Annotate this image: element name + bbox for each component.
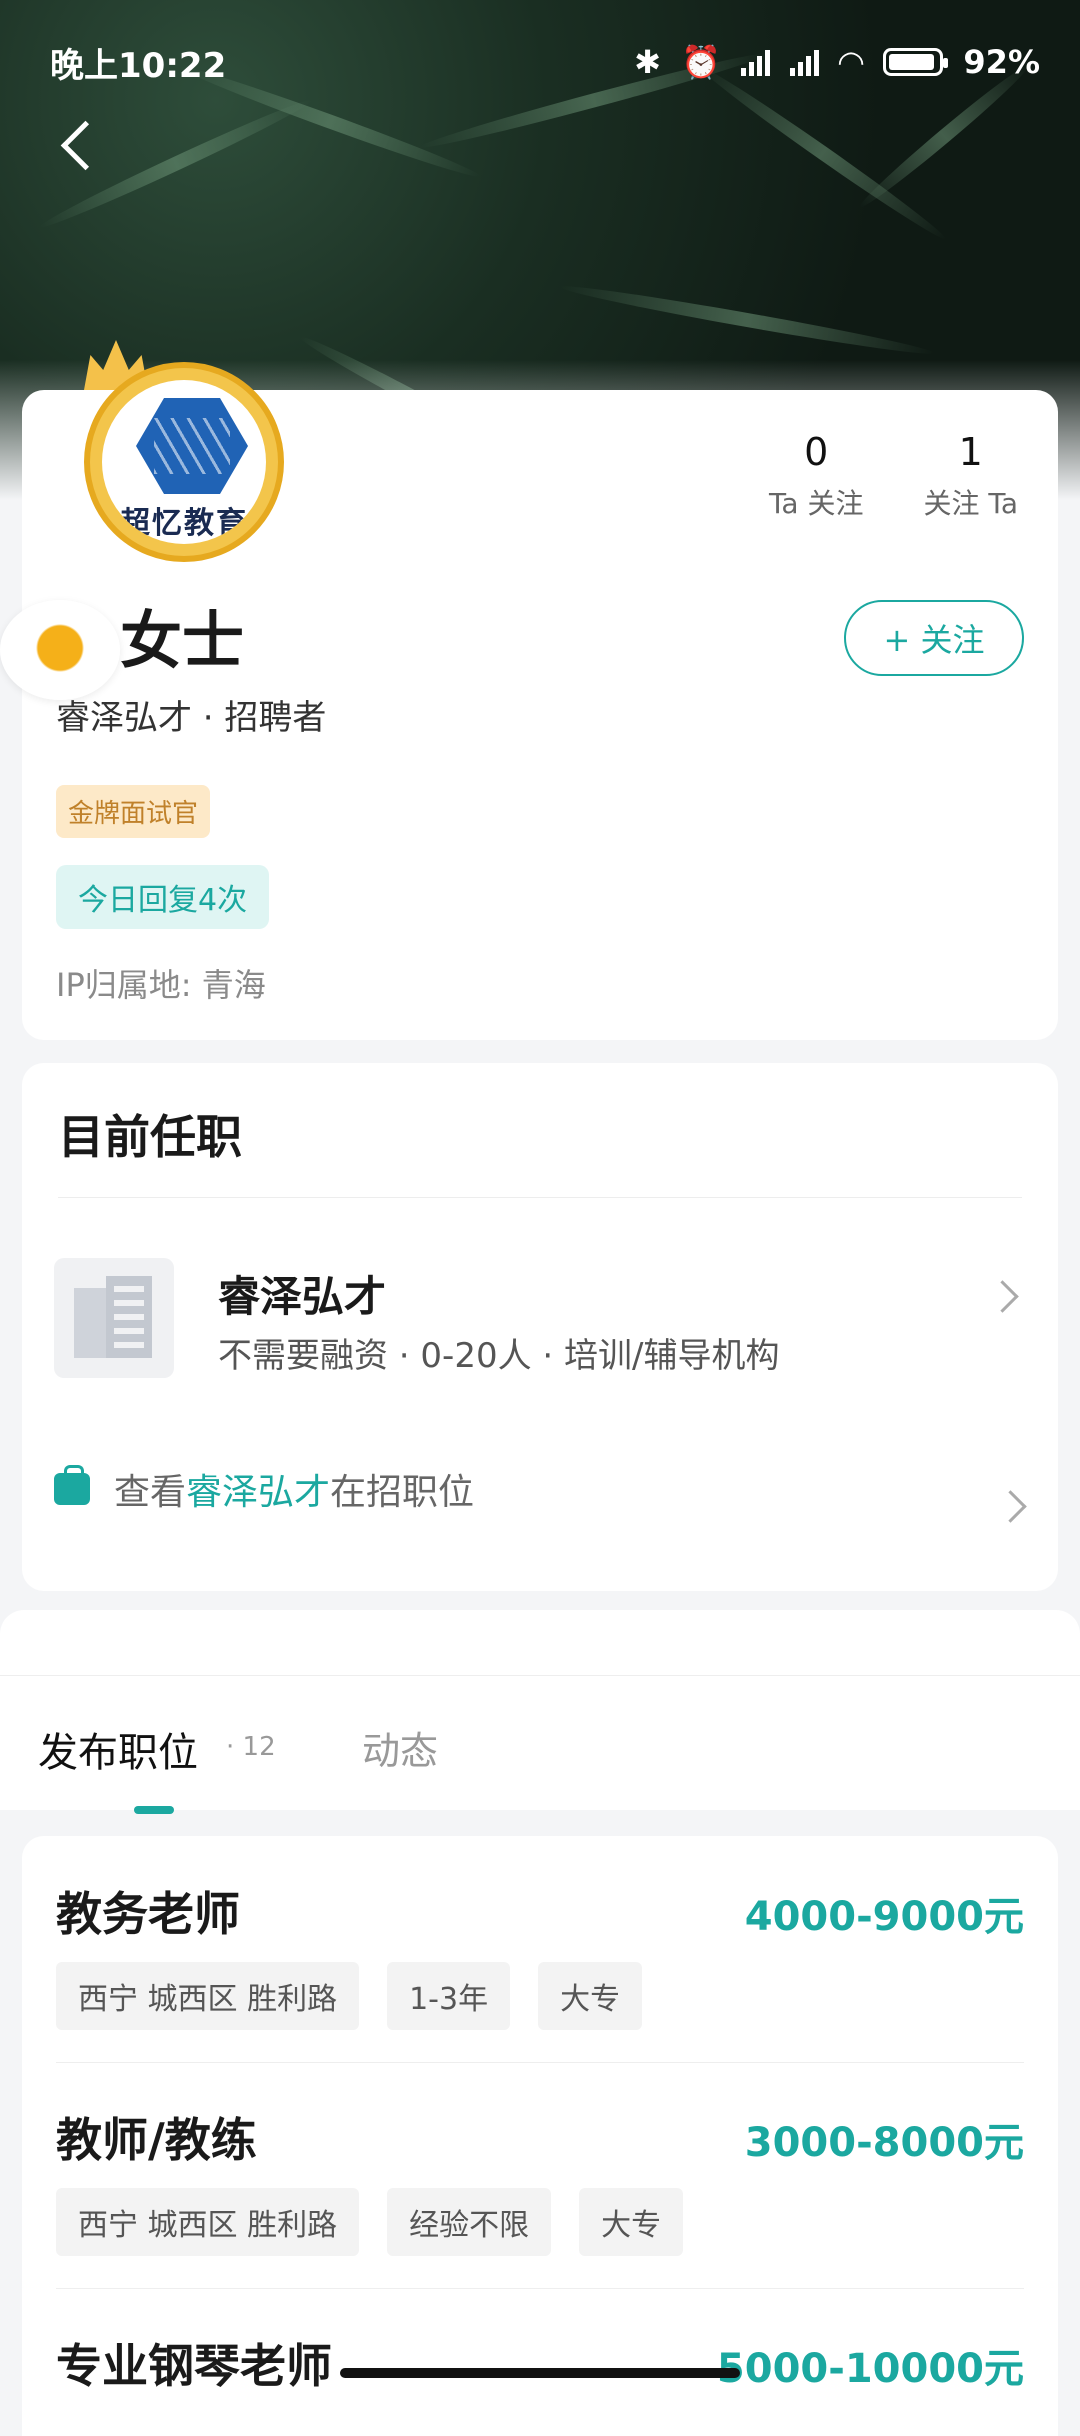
status-time: 晚上10:22 [50,45,227,86]
following-count: 0 [804,430,829,474]
wifi-icon: ◠ [838,43,864,81]
link-suffix: 在招职位 [330,1472,475,1513]
battery-icon [883,48,949,76]
followers-label: 关注 Ta [923,487,1018,520]
bluetooth-icon: ✱ [634,43,661,81]
divider [0,1675,1080,1676]
job-tag: 1-3年 [387,1962,511,2030]
chevron-right-icon [994,1490,1027,1523]
avatar-ring: 超忆教育 [84,362,284,562]
recruiter-name: 女士 [120,604,245,677]
ip-location: IP归属地: 青海 [56,966,266,1004]
tab-activity[interactable]: 动态 [362,1720,438,1775]
job-salary: 4000-9000元 [744,1894,1024,1940]
company-name: 睿泽弘才 [218,1272,387,1321]
following-stat[interactable]: 0 Ta 关注 [769,430,864,522]
company-logo-image: 超忆教育 [102,380,266,544]
job-tag: 大专 [538,1962,643,2030]
tab-posted-jobs-count: · 12 [226,1732,276,1762]
follow-button[interactable]: + 关注 [844,600,1024,676]
job-title: 教务老师 [56,1887,240,1941]
job-list: 教务老师 4000-9000元 西宁 城西区 胜利路 1-3年 大专 教师/教练… [22,1836,1058,2436]
briefcase-icon [54,1465,90,1505]
view-company-jobs-link[interactable]: 查看 睿泽弘才 在招职位 [54,1463,474,1515]
back-button[interactable] [58,118,98,178]
alarm-icon: ⏰ [680,43,721,81]
divider [58,1197,1022,1198]
follow-stats: 0 Ta 关注 1 关注 Ta [769,430,1018,522]
divider [56,2288,1024,2289]
job-tag: 大专 [579,2188,684,2256]
section-title: 目前任职 [58,1110,242,1164]
link-prefix: 查看 [114,1472,187,1513]
chevron-right-icon [986,1280,1019,1313]
tab-posted-jobs[interactable]: 发布职位 [38,1720,198,1778]
reply-count-badge: 今日回复4次 [56,865,270,929]
company-role: 睿泽弘才 · 招聘者 [56,698,327,738]
job-tag: 西宁 城西区 胜利路 [56,2188,360,2256]
job-tag: 西宁 城西区 胜利路 [56,1962,360,2030]
job-item[interactable]: 教务老师 4000-9000元 西宁 城西区 胜利路 1-3年 大专 [56,1878,1024,2030]
job-tag: 经验不限 [387,2188,552,2256]
logo-text: 超忆教育 [120,506,248,541]
tab-active-indicator [134,1806,174,1814]
egg-sticker [0,600,120,700]
company-info: 不需要融资 · 0-20人 · 培训/辅导机构 [218,1336,780,1376]
job-title: 专业钢琴老师 [56,2339,332,2390]
logo-hexagon [136,398,248,494]
link-company: 睿泽弘才 [186,1472,331,1513]
avatar[interactable]: 超忆教育 [66,340,292,566]
home-indicator[interactable] [340,2368,740,2378]
signal-icon [740,48,770,76]
job-title: 教师/教练 [56,2113,257,2167]
job-salary: 5000-10000元 [716,2346,1024,2390]
job-item[interactable]: 教师/教练 3000-8000元 西宁 城西区 胜利路 经验不限 大专 [56,2104,1024,2256]
followers-count: 1 [958,430,983,474]
divider [56,2062,1024,2063]
battery-percent: 92% [963,43,1040,81]
signal-icon [789,48,819,76]
job-tags: 西宁 城西区 胜利路 经验不限 大专 [56,2188,684,2256]
status-bar: 晚上10:22 ✱ ⏰ ◠ 92% [50,34,1040,90]
gold-interviewer-badge: 金牌面试官 [56,785,211,838]
job-item[interactable]: 专业钢琴老师 5000-10000元 [56,2330,1024,2390]
tabs-bar: 发布职位 · 12 动态 [0,1610,1080,1814]
job-tags: 西宁 城西区 胜利路 1-3年 大专 [56,1962,643,2030]
battery-fill [889,54,934,70]
job-salary: 3000-8000元 [744,2120,1024,2166]
building-icon [54,1258,174,1378]
current-position-card: 目前任职 睿泽弘才 不需要融资 · 0-20人 · 培训/辅导机构 查看 睿泽弘才… [22,1063,1058,1591]
profile-card: 超忆教育 0 Ta 关注 1 关注 Ta 女士 + 关注 睿泽弘才 · 招聘者 … [0,340,1058,1040]
leaf-decoration [558,280,936,360]
followers-stat[interactable]: 1 关注 Ta [923,430,1018,522]
following-label: Ta 关注 [768,487,864,520]
